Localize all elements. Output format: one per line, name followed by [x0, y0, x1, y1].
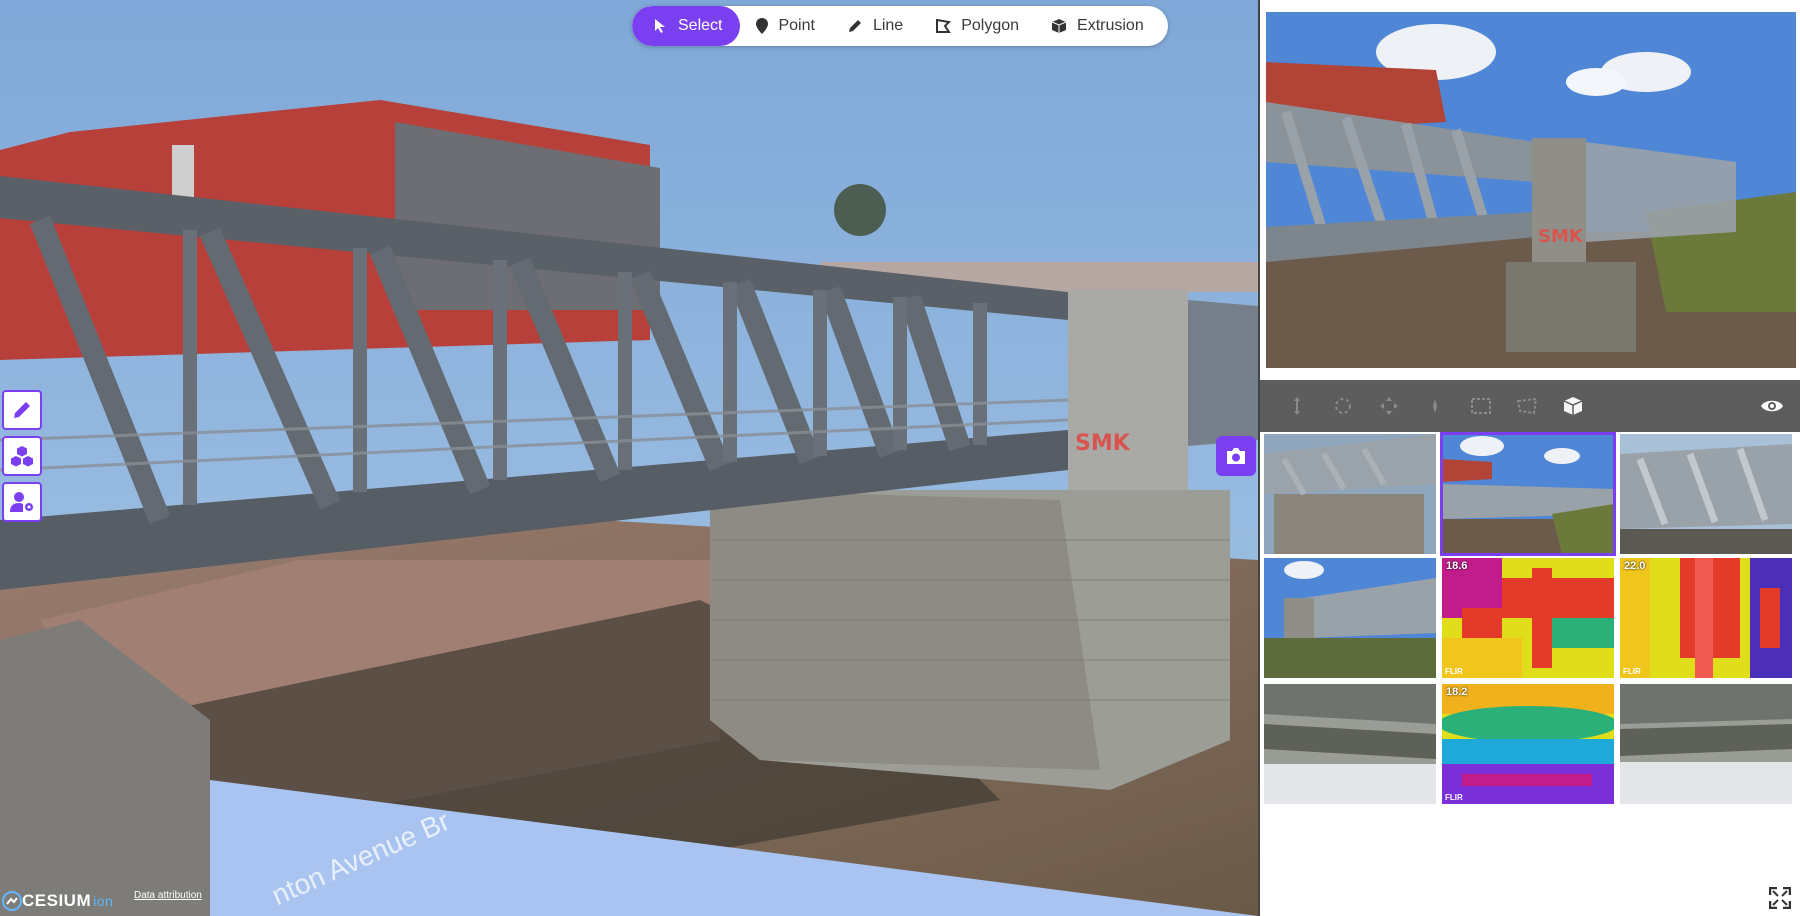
thermal-image: [1442, 558, 1614, 678]
thumbnail-photo-4[interactable]: [1264, 558, 1436, 678]
thumbnail-image: [1620, 684, 1792, 804]
pencil-icon: [14, 402, 30, 418]
thumbnail-photo-6[interactable]: [1620, 684, 1792, 804]
thumbnail-photo-1[interactable]: [1264, 434, 1436, 554]
thumbnail-thermal-2[interactable]: 22.0 FLIR: [1620, 558, 1792, 678]
pan-tool[interactable]: [1366, 380, 1412, 432]
flir-logo: FLIR: [1623, 667, 1641, 676]
tool-line-label: Line: [872, 17, 904, 34]
thermal-temperature: 18.6: [1446, 560, 1468, 572]
thumbnail-photo-3[interactable]: [1620, 434, 1792, 554]
rotate-icon: [1335, 398, 1351, 414]
tool-extrusion[interactable]: Extrusion: [1035, 6, 1160, 46]
user-settings-icon: [10, 492, 33, 512]
thumbnail-image: [1442, 434, 1614, 554]
thumbnail-thermal-1[interactable]: 18.6 FLIR: [1442, 558, 1614, 678]
photo-panel: SMK 18.6 FLIR 22.0 FLIR 18.2 FLIR: [1258, 0, 1800, 916]
polygon-icon: [936, 18, 952, 33]
eye-icon: [1761, 400, 1783, 412]
toggle-visibility-button[interactable]: [1754, 388, 1790, 424]
cesium-logo-text: CESIUM: [22, 891, 92, 910]
thermal-temperature: 22.0: [1624, 560, 1646, 572]
thumbnail-image: [1264, 684, 1436, 804]
svg-text:SMK: SMK: [1075, 431, 1131, 456]
point-tool[interactable]: [1412, 380, 1458, 432]
fullscreen-icon: [1769, 887, 1791, 909]
thermal-image: [1620, 558, 1792, 678]
thumbnail-image: [1620, 434, 1792, 554]
photo-tools-bar: [1260, 380, 1800, 432]
cursor-icon: [655, 19, 665, 33]
bridge-photo: SMK: [1266, 12, 1796, 368]
draw-annotation-button[interactable]: [2, 390, 42, 430]
photo-thumbnail-grid: 18.6 FLIR 22.0 FLIR 18.2 FLIR: [1264, 432, 1800, 826]
thumbnail-photo-2[interactable]: [1440, 432, 1616, 556]
rotate-tool[interactable]: [1320, 380, 1366, 432]
rectangle-tool[interactable]: [1458, 380, 1504, 432]
drawing-toolbar: Select Point Line Polygon Extrusion: [632, 6, 1168, 46]
tool-extrusion-label: Extrusion: [1077, 17, 1144, 34]
camera-button[interactable]: [1216, 436, 1256, 476]
move-icon: [1294, 397, 1300, 415]
camera-icon: [1227, 448, 1245, 464]
thermal-temperature: 18.2: [1446, 686, 1468, 698]
thumbnail-thermal-3[interactable]: 18.2 FLIR: [1442, 684, 1614, 804]
cube-icon: [1051, 19, 1067, 33]
thumbnail-image: [1264, 434, 1436, 554]
svg-text:SMK: SMK: [1538, 226, 1584, 247]
move-tool[interactable]: [1274, 380, 1320, 432]
cesium-ion-text: ion: [93, 893, 114, 909]
data-attribution-link[interactable]: Data attribution: [134, 890, 202, 901]
layers-button[interactable]: [2, 436, 42, 476]
fullscreen-button[interactable]: [1766, 884, 1794, 912]
tool-point[interactable]: Point: [740, 6, 830, 46]
point-icon: [1433, 399, 1437, 413]
pencil-icon: [848, 20, 861, 32]
user-settings-button[interactable]: [2, 482, 42, 522]
flir-logo: FLIR: [1445, 667, 1463, 676]
cube-tool[interactable]: [1550, 380, 1596, 432]
cesium-ion-logo[interactable]: CESIUM ion: [2, 890, 113, 912]
map-pin-icon: [756, 18, 769, 34]
tool-select-label: Select: [678, 17, 723, 34]
pan-icon: [1380, 397, 1398, 415]
bridge-3d-model: SMK: [0, 0, 1258, 916]
tool-line[interactable]: Line: [831, 6, 919, 46]
cesium-logo-icon: [2, 891, 22, 911]
flir-logo: FLIR: [1445, 793, 1463, 802]
cesium-3d-viewer[interactable]: SMK Select Point Line Polygon Extrusion: [0, 0, 1258, 916]
thermal-image: [1442, 684, 1614, 804]
thumbnail-photo-5[interactable]: [1264, 684, 1436, 804]
cube-icon: [1563, 397, 1583, 415]
thumbnail-image: [1264, 558, 1436, 678]
rectangle-icon: [1471, 398, 1491, 414]
layers-cubes-icon: [11, 446, 33, 467]
region-tool[interactable]: [1504, 380, 1550, 432]
selected-photo-preview[interactable]: SMK: [1266, 12, 1796, 368]
region-icon: [1516, 397, 1538, 415]
tool-point-label: Point: [778, 17, 815, 34]
tool-polygon[interactable]: Polygon: [919, 6, 1035, 46]
tool-polygon-label: Polygon: [961, 17, 1020, 34]
tool-select[interactable]: Select: [632, 6, 741, 46]
